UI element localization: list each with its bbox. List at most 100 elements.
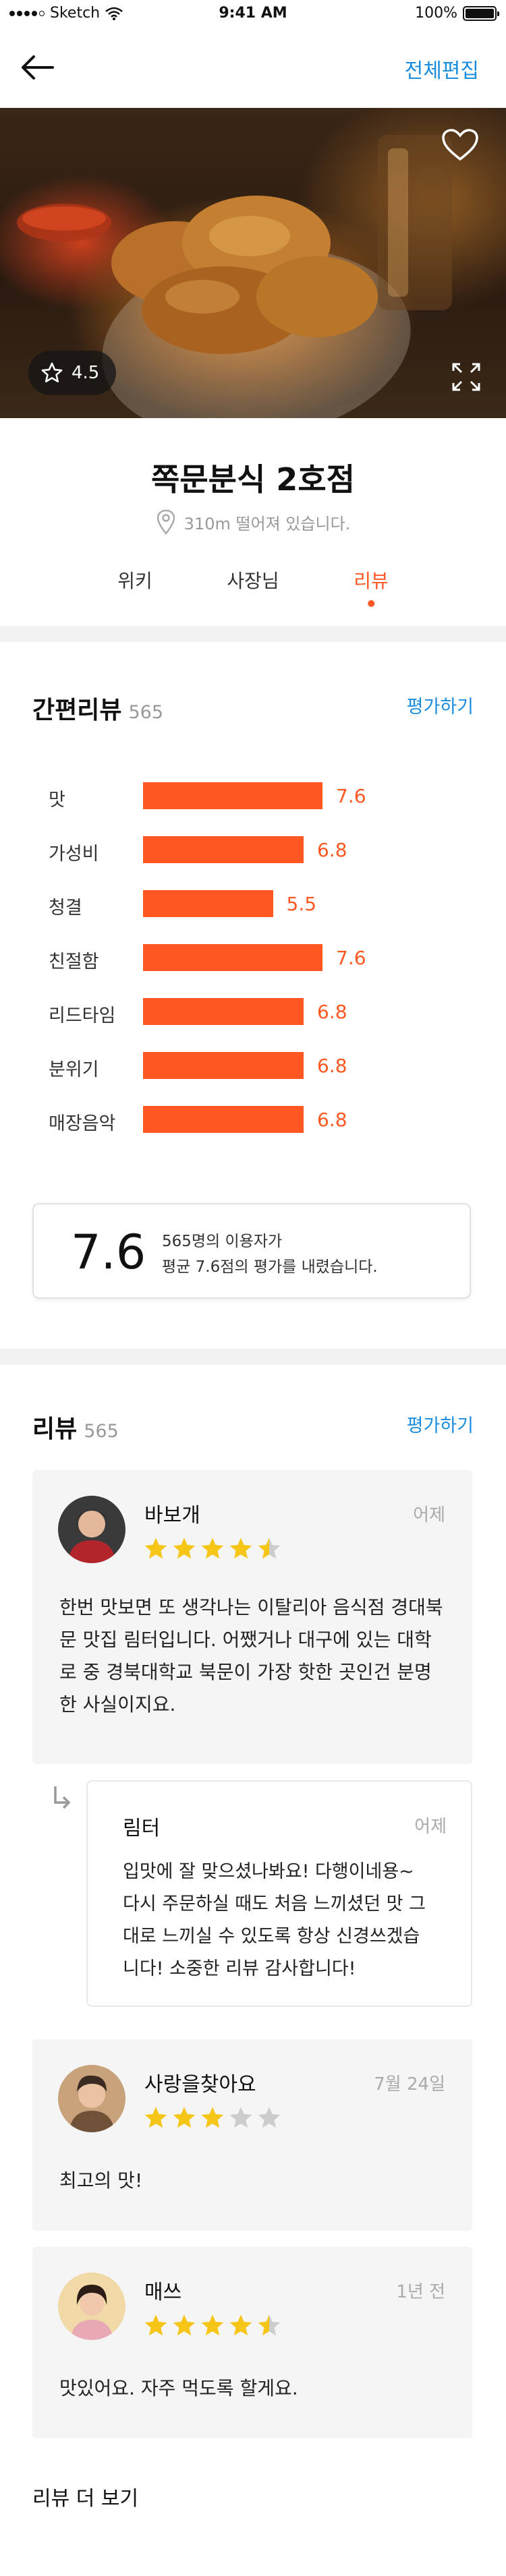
review-card: 매쓰 1년 전 맛있어요. 자주 먹도록 할게요. bbox=[32, 2247, 472, 2438]
star-rating bbox=[143, 2105, 282, 2131]
bar bbox=[143, 836, 304, 863]
review-card: 사랑을찾아요 7월 24일 최고의 맛! bbox=[32, 2039, 472, 2231]
review-card: 바보개 어제 한번 맛보면 또 생각나는 이탈리아 음식점 경대북 문 맛집 림… bbox=[32, 1470, 472, 1764]
arrow-left-icon[interactable] bbox=[19, 53, 57, 82]
review-line: 한번 맛보면 또 생각나는 이탈리아 음식점 경대북 bbox=[59, 1596, 443, 1618]
battery-percent: 100% bbox=[415, 5, 457, 22]
bar-value-label: 6.8 bbox=[317, 1055, 347, 1077]
review-line: 로 중 경북대학교 북문이 가장 핫한 곳인건 분명 bbox=[59, 1661, 432, 1683]
section-divider bbox=[0, 626, 506, 642]
star-icon bbox=[229, 2314, 252, 2336]
review-line: 한 사실이지요. bbox=[59, 1693, 176, 1716]
section-divider bbox=[0, 1349, 506, 1365]
location-pin-icon bbox=[157, 509, 175, 535]
bar-value-label: 6.8 bbox=[317, 1109, 347, 1131]
reviews-title-text: 리뷰 bbox=[32, 1415, 78, 1443]
review-date: 어제 bbox=[413, 1505, 445, 1525]
bar-label: 가성비 bbox=[49, 844, 99, 865]
summary-line: 565명의 이용자가 bbox=[162, 1233, 283, 1250]
bar bbox=[143, 890, 273, 917]
reply-line: 니다! 소중한 리뷰 감사합니다! bbox=[123, 1958, 356, 1979]
star-rating bbox=[143, 1536, 282, 1562]
bar bbox=[143, 1106, 304, 1133]
reply-date: 어제 bbox=[414, 1817, 447, 1837]
hero-image: 4.5 bbox=[0, 108, 506, 418]
star-icon bbox=[229, 2107, 252, 2128]
quick-review-title-text: 간편리뷰 bbox=[32, 697, 122, 724]
nav-bar: 전체편집 bbox=[0, 27, 506, 108]
reply-arrow-icon bbox=[54, 1786, 71, 1809]
owner-reply-card: 림터 어제 입맛에 잘 맞으셨나봐요! 다행이네용~ 다시 주문하실 때도 처음… bbox=[86, 1780, 472, 2007]
bar-value-label: 6.8 bbox=[317, 1001, 347, 1023]
heart-outline-icon[interactable] bbox=[441, 128, 479, 162]
avatar bbox=[58, 2273, 125, 2340]
tab-owner[interactable]: 사장님 bbox=[227, 566, 279, 593]
review-text: 최고의 맛! bbox=[59, 2165, 142, 2197]
bar-label: 친절함 bbox=[49, 952, 99, 972]
bar-value-label: 6.8 bbox=[317, 839, 347, 861]
bar-label: 분위기 bbox=[49, 1059, 99, 1080]
battery-icon bbox=[463, 5, 499, 21]
edit-all-button[interactable]: 전체편집 bbox=[405, 54, 479, 84]
bar-label: 매장음악 bbox=[49, 1113, 116, 1134]
avatar bbox=[58, 1496, 125, 1563]
active-tab-indicator bbox=[368, 600, 374, 607]
rating-badge: 4.5 bbox=[28, 351, 116, 395]
bar bbox=[143, 782, 322, 809]
bar-value-label: 7.6 bbox=[336, 785, 366, 807]
expand-icon[interactable] bbox=[451, 361, 482, 392]
bar-label: 맛 bbox=[49, 790, 65, 811]
review-line: 맛있어요. 자주 먹도록 할게요. bbox=[59, 2377, 298, 2399]
store-name: 쪽문분식 2호점 bbox=[151, 461, 355, 498]
bar-row: 가성비 6.8 bbox=[0, 836, 506, 865]
review-line: 문 맛집 림터입니다. 어쨌거나 대구에 있는 대학 bbox=[59, 1629, 432, 1651]
star-icon bbox=[173, 2107, 196, 2128]
review-line: 최고의 맛! bbox=[59, 2169, 143, 2192]
star-icon bbox=[258, 2107, 281, 2128]
reply-author: 림터 bbox=[123, 1817, 161, 1840]
tab-label: 위키 bbox=[117, 570, 152, 592]
tab-label: 리뷰 bbox=[354, 570, 389, 592]
status-bar: Sketch 9:41 AM 100% bbox=[0, 0, 506, 27]
avatar bbox=[58, 2065, 125, 2132]
bar-value-label: 7.6 bbox=[336, 947, 366, 969]
bar-label: 청결 bbox=[49, 898, 82, 918]
bar-row: 매장음악 6.8 bbox=[0, 1106, 506, 1134]
bar-label: 리드타임 bbox=[49, 1005, 116, 1026]
summary-line: 평균 7.6점의 평가를 내렸습니다. bbox=[162, 1258, 378, 1276]
reviewer-name: 사랑을찾아요 bbox=[144, 2073, 256, 2097]
summary-text: 565명의 이용자가 평균 7.6점의 평가를 내렸습니다. bbox=[162, 1229, 378, 1280]
star-rating bbox=[143, 2313, 282, 2339]
rate-button[interactable]: 평가하기 bbox=[407, 692, 474, 718]
rating-summary-box: 7.6 565명의 이용자가 평균 7.6점의 평가를 내렸습니다. bbox=[32, 1203, 471, 1299]
tab-review[interactable]: 리뷰 bbox=[354, 566, 389, 607]
reply-text: 입맛에 잘 맞으셨나봐요! 다행이네용~ 다시 주문하실 때도 처음 느끼셨던 … bbox=[123, 1856, 447, 1985]
status-right: 100% bbox=[415, 5, 499, 22]
reviewer-name: 바보개 bbox=[144, 1504, 200, 1527]
star-icon bbox=[144, 2107, 167, 2128]
star-outline-icon bbox=[41, 362, 63, 383]
star-icon bbox=[229, 1538, 252, 1559]
reviews-count: 565 bbox=[84, 1421, 119, 1442]
bar bbox=[143, 998, 304, 1025]
bar-row: 분위기 6.8 bbox=[0, 1052, 506, 1080]
reviewer-name: 매쓰 bbox=[144, 2281, 182, 2304]
bar-row: 맛 7.6 bbox=[0, 782, 506, 811]
review-text: 한번 맛보면 또 생각나는 이탈리아 음식점 경대북 문 맛집 림터입니다. 어… bbox=[59, 1591, 443, 1721]
tab-wiki[interactable]: 위키 bbox=[117, 566, 152, 593]
star-icon bbox=[201, 1538, 224, 1559]
more-reviews-link[interactable]: 리뷰 더 보기 bbox=[32, 2482, 138, 2511]
bar bbox=[143, 944, 322, 971]
reply-line: 다시 주문하실 때도 처음 느끼셨던 맛 그 bbox=[123, 1894, 426, 1914]
quick-review-title: 간편리뷰 565 bbox=[32, 691, 163, 726]
review-text: 맛있어요. 자주 먹도록 할게요. bbox=[59, 2372, 298, 2405]
distance-row: 310m 떨어져 있습니다. bbox=[0, 509, 506, 535]
review-date: 7월 24일 bbox=[374, 2074, 445, 2095]
rate-button[interactable]: 평가하기 bbox=[407, 1411, 474, 1437]
quick-review-count: 565 bbox=[128, 702, 164, 723]
star-icon bbox=[201, 2107, 224, 2128]
star-icon bbox=[173, 1538, 196, 1559]
reply-line: 대로 느끼실 수 있도록 항상 신경쓰겠습 bbox=[123, 1926, 420, 1947]
star-icon bbox=[258, 2314, 281, 2336]
review-date: 1년 전 bbox=[396, 2282, 445, 2302]
